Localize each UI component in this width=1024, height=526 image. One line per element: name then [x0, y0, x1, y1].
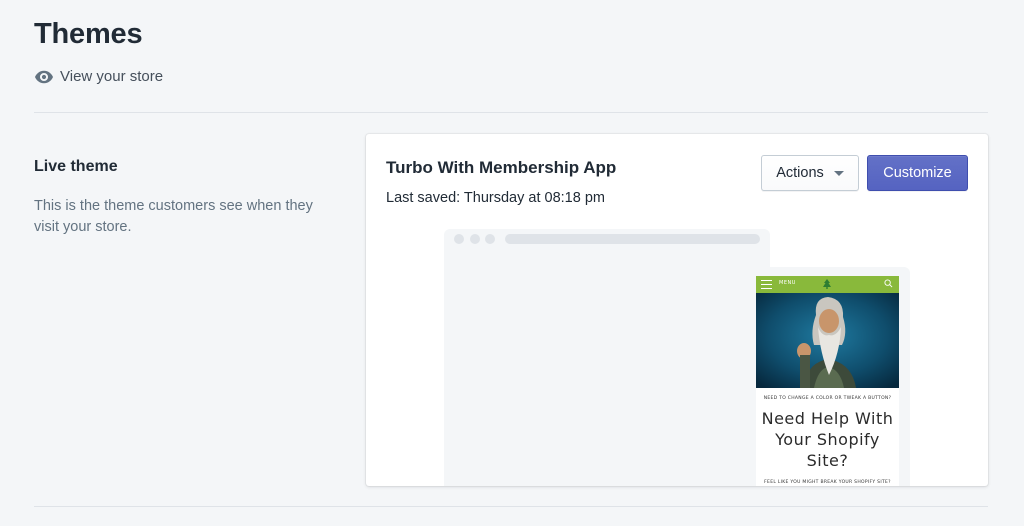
- live-theme-description: This is the theme customers see when the…: [34, 198, 313, 235]
- customize-button[interactable]: Customize: [867, 155, 968, 191]
- view-store-link[interactable]: View your store: [35, 68, 163, 85]
- mobile-preview: MENU NEED TO CHANGE A COLOR OR TWEAK A B…: [756, 276, 899, 486]
- window-dot: [454, 234, 464, 244]
- live-theme-card: Turbo With Membership App Last saved: Th…: [366, 134, 988, 486]
- caret-down-icon: [833, 170, 844, 176]
- section-divider: [34, 506, 988, 507]
- live-theme-heading: Live theme: [34, 158, 118, 175]
- view-store-label: View your store: [60, 68, 164, 85]
- section-divider: [34, 112, 988, 113]
- address-bar: [505, 234, 760, 244]
- mobile-headline: Need Help With Your Shopify Site?: [761, 409, 894, 470]
- mobile-menu-label: MENU: [779, 280, 796, 286]
- desktop-preview: [444, 229, 770, 486]
- actions-button[interactable]: Actions: [761, 155, 859, 191]
- window-dot: [485, 234, 495, 244]
- eye-icon: [35, 70, 53, 83]
- window-dot: [470, 234, 480, 244]
- actions-label: Actions: [776, 165, 824, 181]
- search-icon: [884, 279, 893, 288]
- themes-page: Themes View your store Live theme This i…: [0, 0, 1024, 526]
- store-logo-icon: [823, 279, 831, 289]
- page-title: Themes: [34, 18, 143, 50]
- mobile-store-header: MENU: [756, 276, 899, 293]
- hamburger-menu-icon: [761, 280, 772, 292]
- mobile-subtext: FEEL LIKE YOU MIGHT BREAK YOUR SHOPIFY S…: [764, 480, 891, 485]
- hero-image: [756, 293, 899, 388]
- theme-name: Turbo With Membership App: [386, 158, 617, 177]
- mobile-kicker-text: NEED TO CHANGE A COLOR OR TWEAK A BUTTON…: [763, 396, 892, 401]
- last-saved-text: Last saved: Thursday at 08:18 pm: [386, 190, 605, 206]
